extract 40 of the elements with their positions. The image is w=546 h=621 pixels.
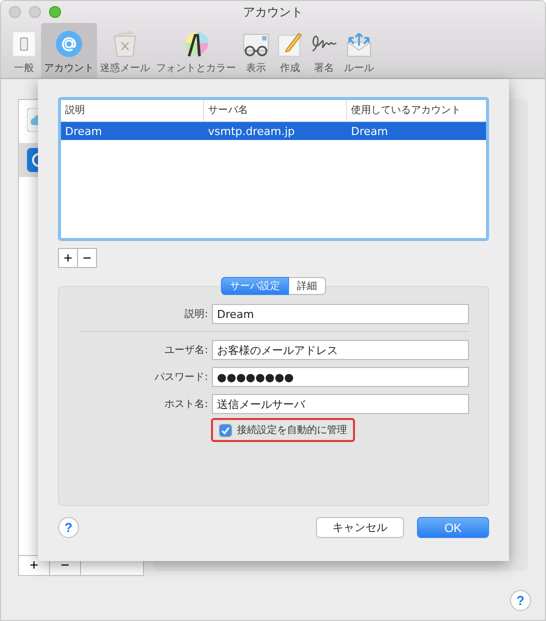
envelope-arrows-icon bbox=[345, 30, 373, 58]
remove-button[interactable]: − bbox=[77, 248, 97, 268]
table-row[interactable]: Dream vsmtp.dream.jp Dream bbox=[61, 122, 486, 140]
toolbar-tab[interactable]: フォントとカラー bbox=[153, 23, 239, 78]
toolbar-tab[interactable]: 作成 bbox=[273, 23, 307, 78]
toolbar-tab[interactable]: 迷惑メール bbox=[97, 23, 153, 78]
zoom-button[interactable] bbox=[49, 6, 61, 18]
checkbox-icon bbox=[219, 424, 232, 436]
trash-icon bbox=[111, 30, 139, 58]
table-cell-text: Dream bbox=[350, 124, 389, 138]
column-header[interactable]: サーバ名 bbox=[204, 100, 347, 121]
field-label: ユーザ名: bbox=[164, 344, 209, 357]
help-button[interactable]: ? bbox=[58, 517, 79, 538]
toolbar-tab[interactable]: アカウント bbox=[41, 23, 97, 78]
column-header[interactable]: 説明 bbox=[61, 100, 204, 121]
toolbar-tab[interactable]: ルール bbox=[341, 23, 377, 78]
close-button[interactable] bbox=[9, 6, 21, 18]
input-field[interactable]: ●●●●●●●● bbox=[212, 367, 469, 387]
window-title: アカウント bbox=[243, 4, 303, 20]
paper-pencil-icon bbox=[276, 30, 304, 58]
table-cell-text: vsmtp.dream.jp bbox=[207, 124, 296, 138]
auto-manage-checkbox[interactable]: 接続設定を自動的に管理 bbox=[211, 418, 355, 442]
toolbar-tab[interactable]: 署名 bbox=[307, 23, 341, 78]
field-label: パスワード: bbox=[154, 371, 209, 384]
field-label: 説明: bbox=[184, 308, 209, 321]
field-label: ホスト名: bbox=[164, 398, 209, 411]
toolbar-tab[interactable]: 表示 bbox=[239, 23, 273, 78]
input-field[interactable]: 送信メールサーバ bbox=[212, 394, 469, 414]
toolbar-tab[interactable]: 一般 bbox=[7, 23, 41, 78]
column-header[interactable]: 使用しているアカウント bbox=[347, 100, 486, 121]
input-field[interactable]: Dream bbox=[212, 304, 469, 324]
add-button[interactable]: + bbox=[58, 248, 78, 268]
table-cell-text: Dream bbox=[64, 124, 103, 138]
input-field[interactable]: お客様のメールアドレス bbox=[212, 340, 469, 360]
switch-icon bbox=[10, 30, 38, 58]
minimize-button[interactable] bbox=[29, 6, 41, 18]
cancel-button[interactable]: キャンセル bbox=[316, 517, 404, 538]
at-sign-icon bbox=[55, 30, 83, 58]
help-button[interactable]: ? bbox=[510, 590, 531, 611]
tab[interactable]: 詳細 bbox=[289, 277, 326, 295]
